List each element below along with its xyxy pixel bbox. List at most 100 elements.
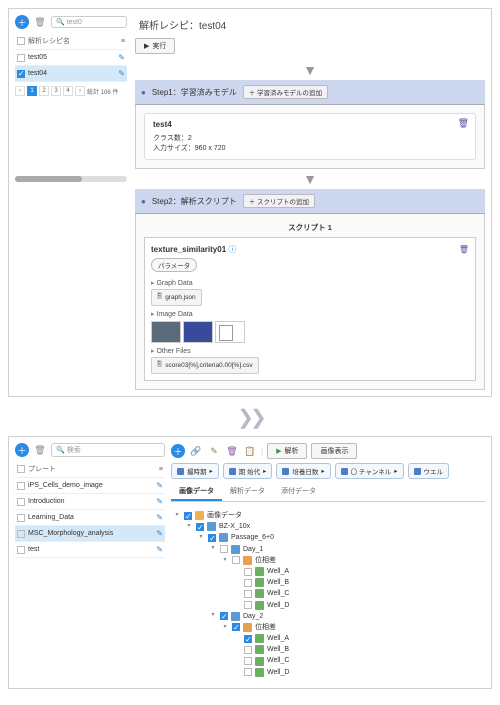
pager-page[interactable]: 4 <box>63 86 73 96</box>
select-all-checkbox[interactable] <box>17 465 25 473</box>
row-checkbox[interactable] <box>17 54 25 62</box>
edit-icon[interactable]: ✎ <box>118 53 125 62</box>
delete-script-icon[interactable]: 🗑 <box>459 245 469 254</box>
filter-pill[interactable]: 期 始代 ▸ <box>223 463 273 479</box>
tree-node[interactable]: ▾Day_1 <box>173 544 483 555</box>
plate-row[interactable]: MSC_Morphology_analysis✎ <box>15 526 165 542</box>
delete-recipe-button[interactable]: 🗑 <box>33 15 47 29</box>
plate-list-header[interactable]: プレート ≡ <box>15 461 165 478</box>
node-checkbox[interactable] <box>244 635 252 643</box>
node-checkbox[interactable] <box>244 579 252 587</box>
graph-file-chip[interactable]: 🖺 graph.json <box>151 289 202 306</box>
link-icon[interactable]: 🔗 <box>189 444 203 458</box>
node-checkbox[interactable] <box>232 556 240 564</box>
pager-page[interactable]: 2 <box>39 86 49 96</box>
collapse-icon[interactable]: ▾ <box>173 511 181 521</box>
row-checkbox[interactable] <box>17 498 25 506</box>
tree-node[interactable]: ▾Passage_6+0 <box>173 532 483 543</box>
tree-node[interactable]: Well_B <box>173 577 483 588</box>
sort-icon[interactable]: ≡ <box>121 38 125 45</box>
plate-row[interactable]: Introduction✎ <box>15 494 165 510</box>
recipe-row[interactable]: test04 ✎ <box>15 66 127 82</box>
sort-icon[interactable]: ≡ <box>159 466 163 473</box>
filter-pill[interactable]: 撮時期 ▸ <box>171 463 219 479</box>
add-model-button[interactable]: ＋ 学習済みモデルの追加 <box>243 85 328 99</box>
edit-icon[interactable]: ✎ <box>156 529 163 538</box>
thumbnail[interactable] <box>183 321 213 343</box>
h-scrollbar[interactable] <box>15 176 127 182</box>
row-checkbox[interactable] <box>17 514 25 522</box>
edit-icon[interactable]: ✎ <box>156 545 163 554</box>
tab-analysis-data[interactable]: 解析データ <box>222 483 273 501</box>
pager-page[interactable]: 3 <box>51 86 61 96</box>
node-checkbox[interactable] <box>208 534 216 542</box>
tab-attached-data[interactable]: 添付データ <box>273 483 324 501</box>
node-checkbox[interactable] <box>244 668 252 676</box>
node-checkbox[interactable] <box>244 590 252 598</box>
collapse-icon[interactable]: ▾ <box>221 556 229 566</box>
node-checkbox[interactable] <box>184 512 192 520</box>
add-plate-button[interactable]: ＋ <box>15 443 29 457</box>
tree-node[interactable]: Well_C <box>173 655 483 666</box>
edit-icon[interactable]: ✎ <box>156 497 163 506</box>
graph-data-section[interactable]: Graph Data <box>151 279 469 287</box>
tree-node[interactable]: ▾位相差 <box>173 555 483 566</box>
other-files-section[interactable]: Other Files <box>151 347 469 355</box>
tree-node[interactable]: Well_A <box>173 566 483 577</box>
collapse-icon[interactable]: ▾ <box>185 522 193 532</box>
tree-node[interactable]: ▾BZ-X_10x <box>173 521 483 532</box>
pager-prev[interactable]: ‹ <box>15 86 25 96</box>
collapse-icon[interactable]: ▾ <box>209 611 217 621</box>
add-script-button[interactable]: ＋ スクリプトの追加 <box>243 194 315 208</box>
node-checkbox[interactable] <box>196 523 204 531</box>
filter-pill[interactable]: 培養日数 ▸ <box>276 463 330 479</box>
add-recipe-button[interactable]: ＋ <box>15 15 29 29</box>
recipe-row[interactable]: test05 ✎ <box>15 50 127 66</box>
filter-pill[interactable]: ウエル <box>408 463 450 479</box>
node-checkbox[interactable] <box>220 612 228 620</box>
delete-plate-button[interactable]: 🗑 <box>33 443 47 457</box>
plate-search-input[interactable]: 🔍 検索 <box>51 443 165 457</box>
plate-row[interactable]: iPS_Cells_demo_image✎ <box>15 478 165 494</box>
row-checkbox[interactable] <box>17 530 25 538</box>
tree-node[interactable]: Well_C <box>173 588 483 599</box>
edit-icon[interactable]: ✎ <box>118 69 125 78</box>
collapse-icon[interactable]: ▾ <box>221 623 229 633</box>
node-checkbox[interactable] <box>244 568 252 576</box>
add-button[interactable]: ＋ <box>171 444 185 458</box>
plate-row[interactable]: Learning_Data✎ <box>15 510 165 526</box>
tree-node[interactable]: ▾Day_2 <box>173 611 483 622</box>
filter-pill[interactable]: 〇 チャンネル ▸ <box>335 463 404 479</box>
pager-page[interactable]: 1 <box>27 86 37 96</box>
run-button[interactable]: ▶ 実行 <box>135 38 175 54</box>
thumbnail[interactable] <box>215 321 245 343</box>
image-display-button[interactable]: 画像表示 <box>311 443 357 459</box>
node-checkbox[interactable] <box>220 545 228 553</box>
collapse-icon[interactable]: ▾ <box>197 533 205 543</box>
recipe-search-input[interactable]: 🔍 test0 <box>51 16 127 28</box>
collapse-icon[interactable]: ▾ <box>209 544 217 554</box>
edit-icon[interactable]: ✎ <box>207 444 221 458</box>
other-file-chip[interactable]: 🖺 score03[%],criteria0.00[%].csv <box>151 357 259 374</box>
tree-node[interactable]: ▾画像データ <box>173 510 483 521</box>
select-all-checkbox[interactable] <box>17 37 25 45</box>
tree-node[interactable]: ▾位相差 <box>173 622 483 633</box>
analyze-button[interactable]: ▶解析 <box>267 443 307 459</box>
recipe-icon[interactable]: 📋 <box>243 444 257 458</box>
parameter-button[interactable]: パラメータ <box>151 258 197 272</box>
tree-node[interactable]: Well_D <box>173 600 483 611</box>
edit-icon[interactable]: ✎ <box>156 513 163 522</box>
thumbnail[interactable] <box>151 321 181 343</box>
tree-node[interactable]: Well_A <box>173 633 483 644</box>
info-icon[interactable]: ⓘ <box>228 245 236 254</box>
image-data-section[interactable]: Image Data <box>151 310 469 318</box>
tab-image-data[interactable]: 画像データ <box>171 483 222 501</box>
delete-model-icon[interactable]: 🗑 <box>458 118 469 129</box>
plate-row[interactable]: test✎ <box>15 542 165 558</box>
row-checkbox[interactable] <box>17 482 25 490</box>
trash-icon[interactable]: 🗑 <box>225 444 239 458</box>
row-checkbox[interactable] <box>17 70 25 78</box>
pager-next[interactable]: › <box>75 86 85 96</box>
tree-node[interactable]: Well_D <box>173 667 483 678</box>
recipe-list-header[interactable]: 解析レシピ名 ≡ <box>15 33 127 50</box>
